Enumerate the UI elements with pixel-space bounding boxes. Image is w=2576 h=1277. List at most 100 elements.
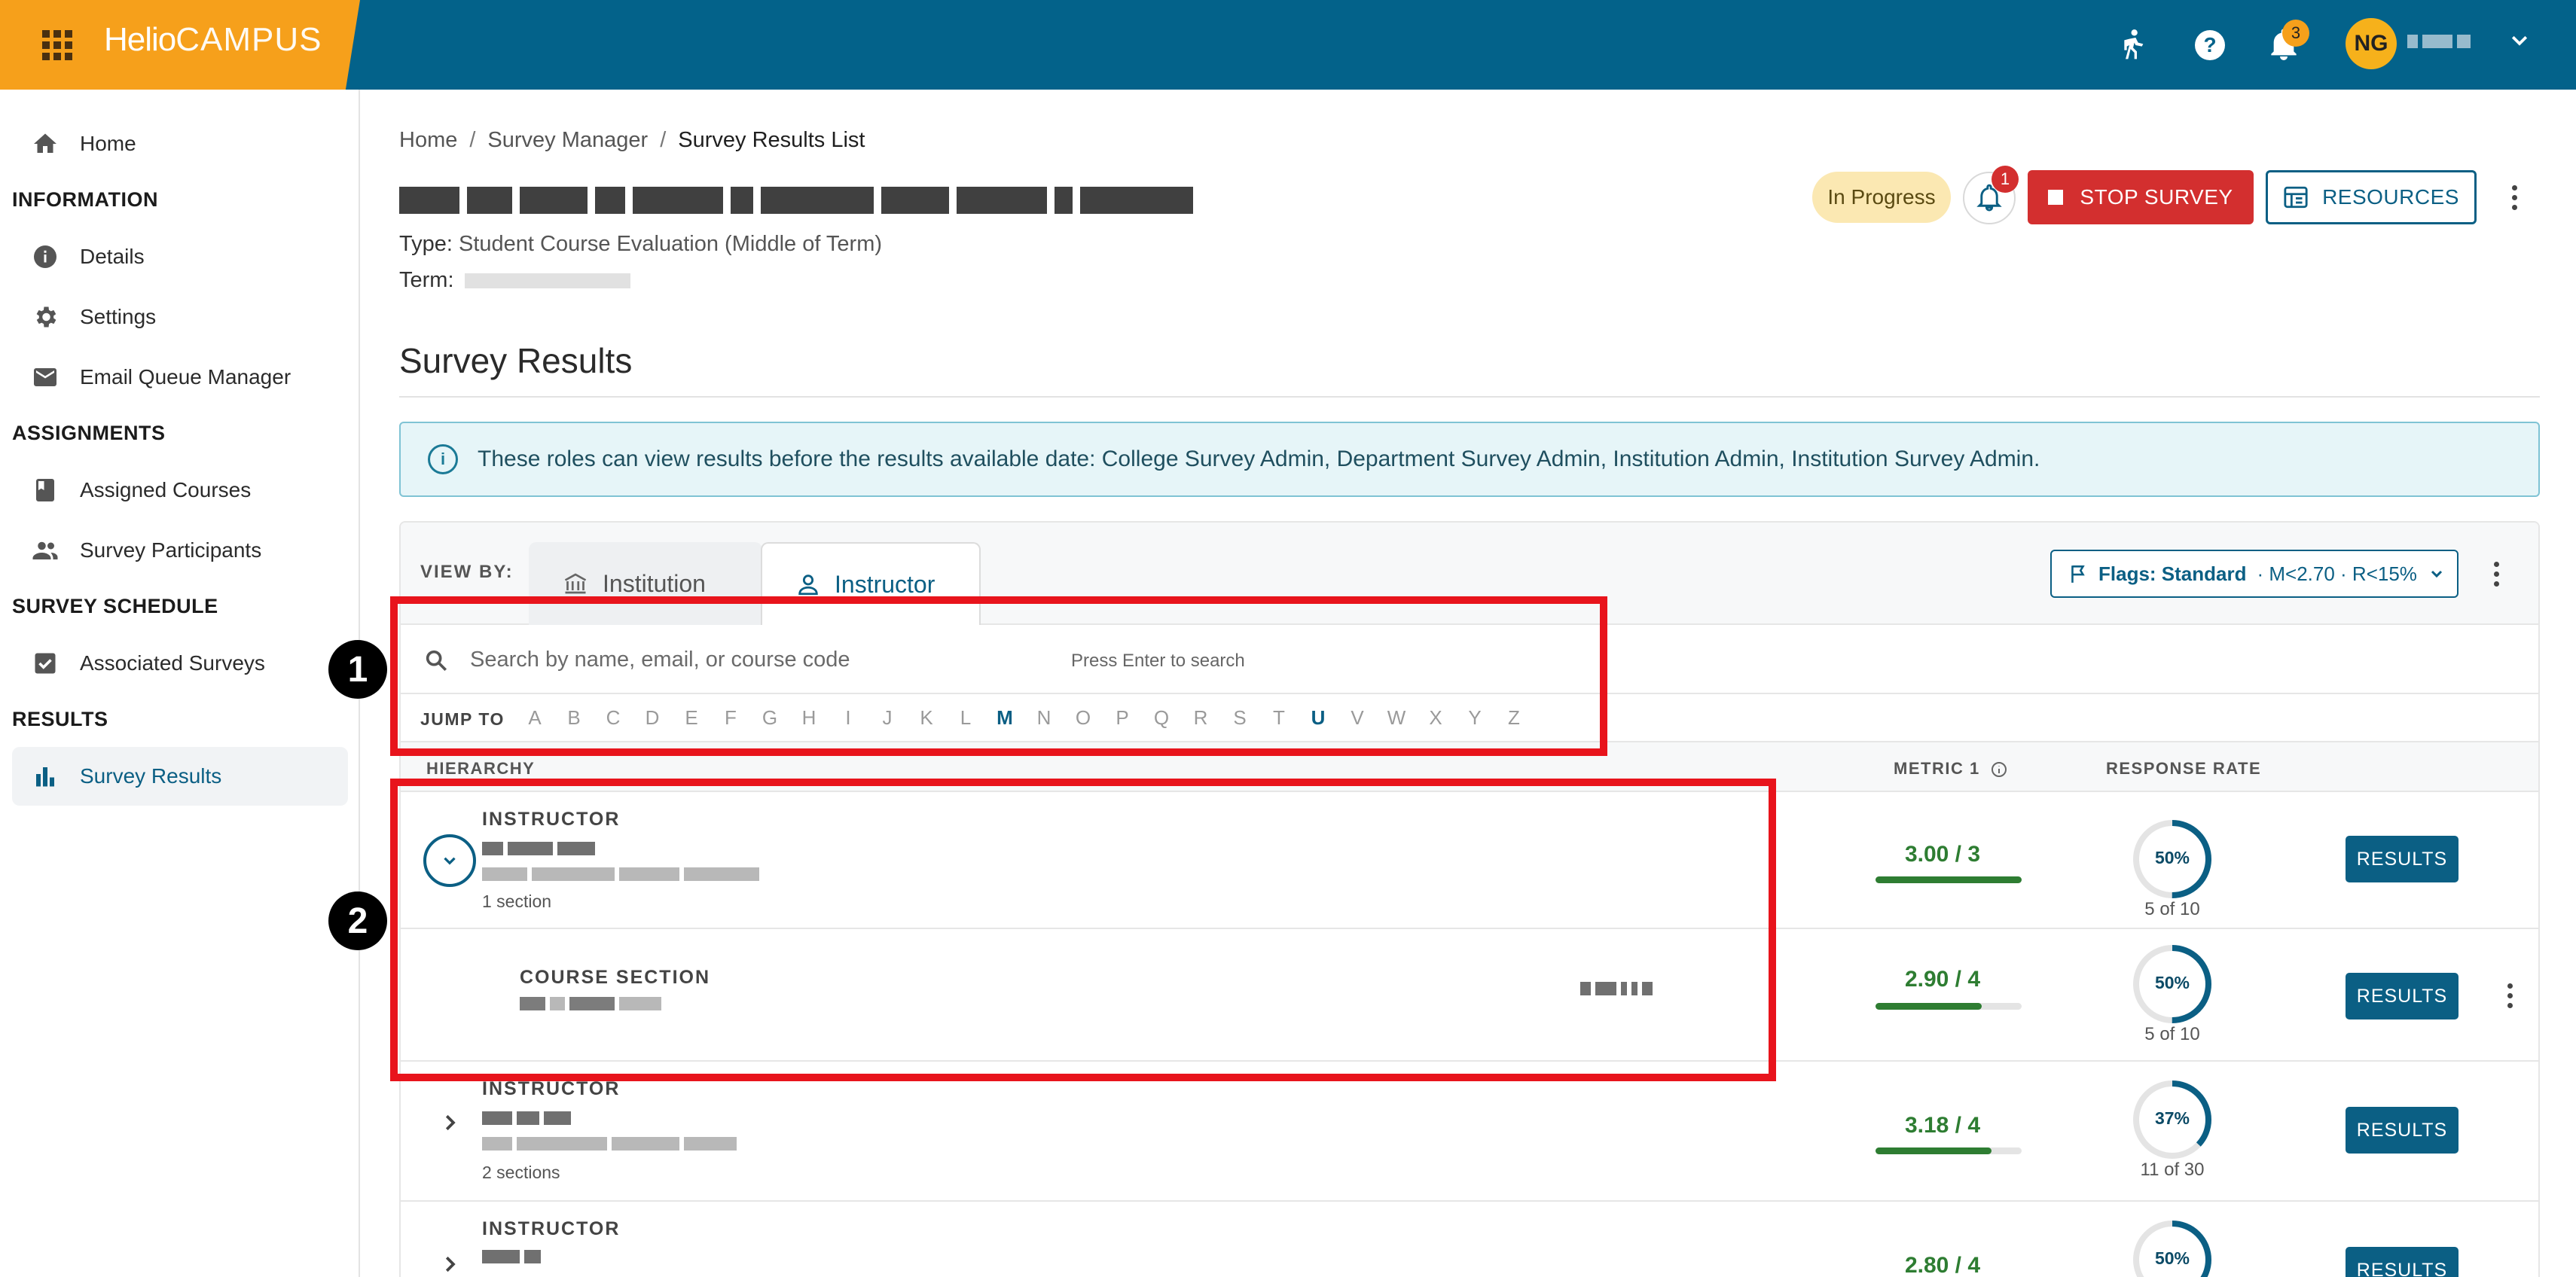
person-icon [798,574,818,596]
expand-row-chevron-icon[interactable] [438,1253,461,1277]
help-icon[interactable]: ? [2187,23,2233,68]
mail-icon [30,362,60,392]
sidebar-item-details[interactable]: Details [12,227,348,286]
brand-name-part1: Helio [104,21,176,58]
response-count: 11 of 30 [2140,1160,2205,1180]
column-hierarchy: HIERARCHY [426,759,536,778]
sidebar-item-survey-results[interactable]: Survey Results [12,747,348,806]
sidebar-item-associated-surveys[interactable]: Associated Surveys [12,634,348,693]
metric-value: 3.00 / 3 [1904,842,1981,867]
apps-grid-icon[interactable] [42,30,72,60]
annotation-box-2 [390,779,1776,1081]
response-count: 5 of 10 [2144,1024,2200,1044]
notifications-bell-icon[interactable]: 3 [2261,20,2309,68]
stop-square-icon [2048,190,2064,205]
sidebar-item-assigned-courses[interactable]: Assigned Courses [12,461,348,520]
sidebar-item-email-queue-manager[interactable]: Email Queue Manager [12,348,348,407]
panel-more-menu-icon[interactable] [2481,551,2511,596]
stop-survey-button[interactable]: STOP SURVEY [2028,170,2254,224]
annotation-marker-2: 2 [328,891,387,950]
top-bar: HelioCAMPUS ? 3 NG [0,0,2576,90]
survey-type-value: Student Course Evaluation (Middle of Ter… [459,232,883,256]
sidebar-item-label: Associated Surveys [80,651,265,675]
breadcrumb-current: Survey Results List [678,128,865,152]
info-banner: i These roles can view results before th… [399,422,2540,497]
book-icon [30,475,60,505]
results-button[interactable]: RESULTS [2346,973,2458,1019]
sidebar-item-label: Details [80,245,145,268]
tab-label: Institution [603,569,706,597]
flag-icon [2071,565,2085,583]
chevron-down-icon [2431,570,2442,578]
response-rate-percent: 37% [2154,1108,2190,1128]
sidebar-item-settings[interactable]: Settings [12,288,348,346]
accessibility-icon[interactable] [2111,23,2156,68]
response-rate-percent: 50% [2154,1248,2190,1268]
notification-count-badge: 3 [2282,20,2309,47]
instructor-name-redacted [482,1250,541,1265]
info-icon[interactable] [1990,760,2008,779]
response-rate-percent: 50% [2154,973,2190,992]
breadcrumb-home[interactable]: Home [399,128,457,152]
bar-chart-icon [30,761,60,791]
gear-icon [30,302,60,332]
expand-row-chevron-icon[interactable] [438,1111,461,1141]
dashboard-icon [2284,186,2308,209]
survey-title-redacted [399,184,1220,217]
flags-thresholds: · M<2.70 · R<15% [2257,562,2417,585]
brand-logo[interactable]: HelioCAMPUS [104,21,322,59]
sidebar-item-home[interactable]: Home [12,114,348,173]
resources-label: RESOURCES [2322,185,2459,209]
sidebar-item-label: Settings [80,305,157,328]
results-button[interactable]: RESULTS [2346,1247,2458,1277]
info-banner-text: These roles can view results before the … [478,446,2040,471]
survey-term-label: Term: [399,268,454,292]
sidebar-item-label: Survey Results [80,764,222,788]
sidebar-item-label: Home [80,132,136,155]
column-metric-label: METRIC 1 [1894,759,1980,778]
resources-button[interactable]: RESOURCES [2266,170,2477,224]
response-rate-percent: 50% [2154,848,2190,867]
survey-notifications-button[interactable]: 1 [1963,166,2019,224]
metric-value: 2.80 / 4 [1904,1253,1981,1277]
breadcrumb-survey-manager[interactable]: Survey Manager [487,128,648,152]
tab-label: Instructor [835,570,935,598]
sidebar-heading-survey-schedule: SURVEY SCHEDULE [12,595,218,617]
survey-type: Type: Student Course Evaluation (Middle … [399,232,882,257]
user-menu-chevron-icon[interactable] [2508,29,2531,57]
column-metric[interactable]: METRIC 1 [1894,759,2008,779]
survey-term-redacted [464,273,630,289]
flags-label: Flags: Standard [2098,562,2247,585]
page-title: Survey Results [399,341,633,380]
sidebar-item-survey-participants[interactable]: Survey Participants [12,521,348,580]
row-more-menu-icon[interactable] [2495,973,2525,1018]
sidebar-item-label: Assigned Courses [80,478,252,501]
page-more-menu-icon[interactable] [2499,175,2529,220]
user-avatar[interactable]: NG [2346,18,2397,69]
section-divider [399,396,2540,398]
sidebar-heading-information: INFORMATION [12,188,158,211]
metric-bar [1876,876,2022,883]
results-button[interactable]: RESULTS [2346,1107,2458,1154]
metric-bar [1876,1147,2022,1154]
breadcrumb: Home / Survey Manager / Survey Results List [399,128,865,152]
survey-type-label: Type: [399,232,453,256]
sidebar-item-label: Survey Participants [80,538,262,562]
info-icon [30,242,60,272]
home-icon [30,129,60,159]
annotation-box-1 [390,596,1607,756]
metric-value: 2.90 / 4 [1904,967,1981,992]
annotation-marker-1: 1 [328,640,387,699]
section-count: 2 sections [482,1163,560,1182]
table-row: INSTRUCTOR 2 sections 3.18 / 4 37% 11 of… [401,1062,2538,1202]
checkbox-checked-icon [30,648,60,678]
institution-icon [564,573,587,594]
brand-name-part2: CAMPUS [175,21,322,58]
people-icon [30,535,60,565]
column-response-rate: RESPONSE RATE [2106,759,2262,778]
results-button[interactable]: RESULTS [2346,836,2458,882]
flags-dropdown[interactable]: Flags: Standard · M<2.70 · R<15% [2050,550,2458,598]
row-type: INSTRUCTOR [482,1218,621,1239]
stop-survey-label: STOP SURVEY [2080,185,2233,209]
instructor-email-redacted [482,1137,737,1152]
